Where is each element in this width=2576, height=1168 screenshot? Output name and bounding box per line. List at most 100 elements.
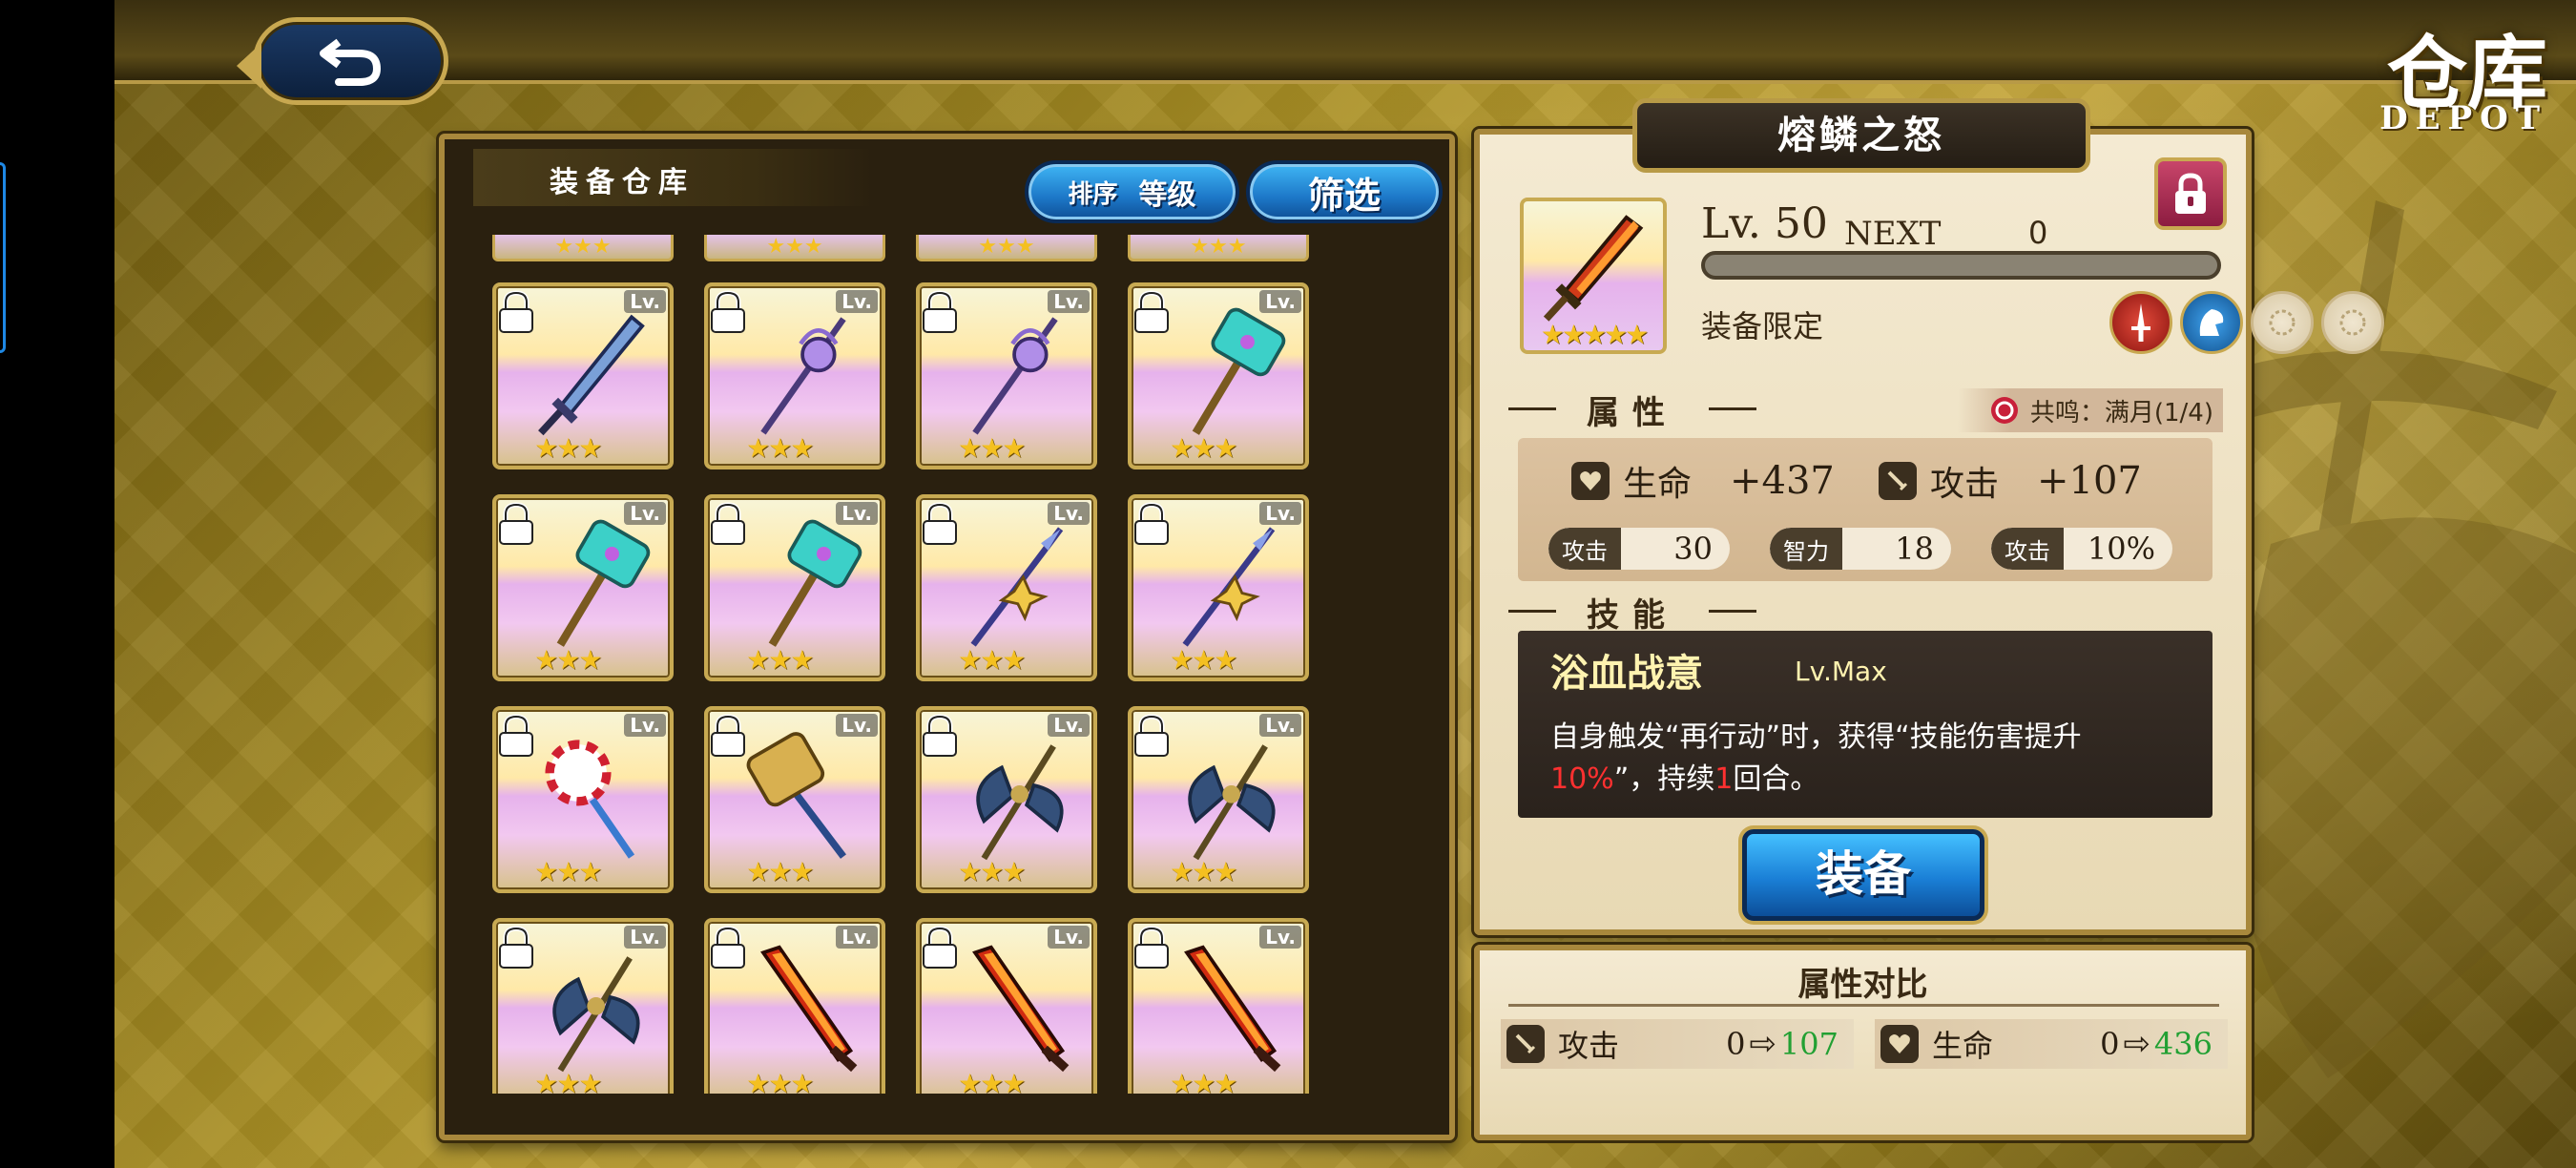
lock-icon [711,290,745,333]
equip-limit-label: 装备限定 [1701,308,1824,344]
staff-purple-icon [972,317,1058,435]
skill-level: Lv.Max [1795,656,1887,687]
equipment-slot[interactable]: Lv. ★★★ [1128,706,1309,893]
equipment-slot[interactable]: Lv. ★★★ [1128,918,1309,1094]
flame-sword-icon [760,945,858,1073]
lock-icon [499,714,533,757]
level-tag: Lv. [624,926,666,949]
depot-screen: 仓库 DEPOT 装备仓库 排序 等级 筛选 ★★★ ★★★ ★★★ ★★★ L… [114,0,2576,1168]
back-button[interactable] [237,17,448,105]
spear-star-icon [1182,527,1276,647]
class-knight-icon [2180,291,2243,354]
sub-stat-value: 30 [1673,531,1713,567]
rarity-stars: ★★★ [746,1068,814,1094]
equipment-slot[interactable]: Lv. ★★★ [492,494,674,681]
screen-title-badge: 仓库 DEPOT [2213,0,2576,162]
compare-title: 属性对比 [1797,966,1928,1004]
skill-description: 自身触发“再行动”时，获得“技能伤害提升 10%”，持续1回合。 [1550,717,2199,801]
equipment-slot[interactable]: Lv. ★★★ [916,918,1097,1094]
next-label: NEXT [1844,215,1942,253]
return-arrow-icon [319,38,381,86]
rarity-stars: ★★★ [746,644,814,676]
sort-label: 排序 [1068,179,1118,209]
lock-icon [923,502,957,545]
flame-sword-icon [1184,945,1281,1073]
hp-stat-value: +437 [1730,459,1835,503]
resonance-badge: 共鸣：满月(1/4) [1958,388,2223,432]
divider [1508,1004,2219,1007]
attack-stat-label: 攻击 [1930,465,2000,504]
equipment-slot[interactable]: Lv. ★★★ [1128,494,1309,681]
sub-stat-tag: 攻击 [1548,528,1621,570]
sword-blue-icon [538,314,645,436]
compare-label: 攻击 [1558,1028,1620,1064]
equipment-slot[interactable]: Lv. ★★★ [492,282,674,469]
lock-icon [499,926,533,969]
rarity-stars: ★★★ [958,432,1026,464]
lock-icon [923,290,957,333]
lock-icon [1134,926,1169,969]
partial-slot[interactable]: ★★★ [916,235,1097,261]
hp-stat-label: 生命 [1623,465,1693,504]
rarity-stars: ★★★ [534,432,602,464]
equipment-slot[interactable]: Lv. ★★★ [492,706,674,893]
hammer-crystal-icon [1192,307,1286,435]
equipment-slot[interactable]: Lv. ★★★ [704,494,885,681]
equipment-slot[interactable]: Lv. ★★★ [704,282,885,469]
level-tag: Lv. [836,502,878,525]
level-tag: Lv. [1259,926,1301,949]
staff-purple-icon [760,317,846,435]
compare-label: 生命 [1932,1028,1994,1064]
compare-row-hp: 生命 0 ⇨ 436 [1875,1019,2228,1069]
screen-subtitle: DEPOT [2379,99,2547,137]
next-exp-value: 0 [2028,215,2048,251]
attribute-compare-panel: 属性对比 攻击 0 ⇨ 107 生命 0 ⇨ 436 [1474,945,2252,1140]
equipment-slot[interactable]: Lv. ★★★ [1128,282,1309,469]
flame-sword-icon [1543,215,1644,322]
compare-to: 436 [2153,1026,2212,1062]
rarity-stars: ★★★ [746,856,814,887]
resonance-text: 共鸣：满月(1/4) [2029,398,2213,428]
candy-staff-icon [545,740,635,859]
sword-icon [1506,1025,1545,1063]
level-tag: Lv. [1259,714,1301,737]
hammer-crystal-icon [556,519,651,647]
lock-icon [1134,502,1169,545]
level-tag: Lv. [624,502,666,525]
equipment-slot[interactable]: Lv. ★★★ [916,494,1097,681]
level-tag: Lv. [1048,502,1090,525]
lock-icon [711,714,745,757]
sort-button[interactable]: 排序 等级 [1025,160,1239,223]
partial-slot[interactable]: ★★★ [704,235,885,261]
equipment-slot[interactable]: Lv. ★★★ [916,282,1097,469]
partial-slot[interactable]: ★★★ [1128,235,1309,261]
level-tag: Lv. [1259,502,1301,525]
partial-slot[interactable]: ★★★ [492,235,674,261]
equipment-slot[interactable]: Lv. ★★★ [704,706,885,893]
item-level: Lv. 50 [1701,199,1828,248]
skill-desc-line: 10%”，持续1回合。 [1550,762,1819,796]
rarity-stars: ★★★ [1170,644,1237,676]
equipment-slot[interactable]: Lv. ★★★ [916,706,1097,893]
skill-name: 浴血战意 [1550,652,1703,696]
filter-button[interactable]: 筛选 [1246,160,1443,223]
equipment-slot[interactable]: Lv. ★★★ [492,918,674,1094]
lock-toggle-button[interactable] [2154,157,2227,230]
lock-icon [923,714,957,757]
skill-box[interactable]: 浴血战意 Lv.Max 自身触发“再行动”时，获得“技能伤害提升 10%”，持续… [1518,631,2212,818]
compare-row-attack: 攻击 0 ⇨ 107 [1501,1019,1854,1069]
exp-progress-bar [1701,251,2221,280]
equipment-slot[interactable]: Lv. ★★★ [704,918,885,1094]
rarity-stars: ★★★ [1170,1068,1237,1094]
arrow-right-icon: ⇨ [2123,1025,2150,1063]
equipment-grid[interactable]: ★★★ ★★★ ★★★ ★★★ Lv. ★★★ Lv. ★★★ Lv. ★★★ Lv. ★★★… [487,235,1350,1094]
sub-stat: 智力 18 [1770,528,1951,570]
equip-button[interactable]: 装备 [1742,829,1984,921]
rarity-stars: ★★★ [746,432,814,464]
partial-row: ★★★ ★★★ ★★★ ★★★ [487,235,1350,261]
rarity-stars: ★★★ [534,856,602,887]
sub-stat-tag: 攻击 [1991,528,2064,570]
item-icon: ★★★★★ [1520,198,1667,354]
rarity-stars: ★★★ [958,644,1026,676]
inventory-title: 装备仓库 [473,149,874,206]
